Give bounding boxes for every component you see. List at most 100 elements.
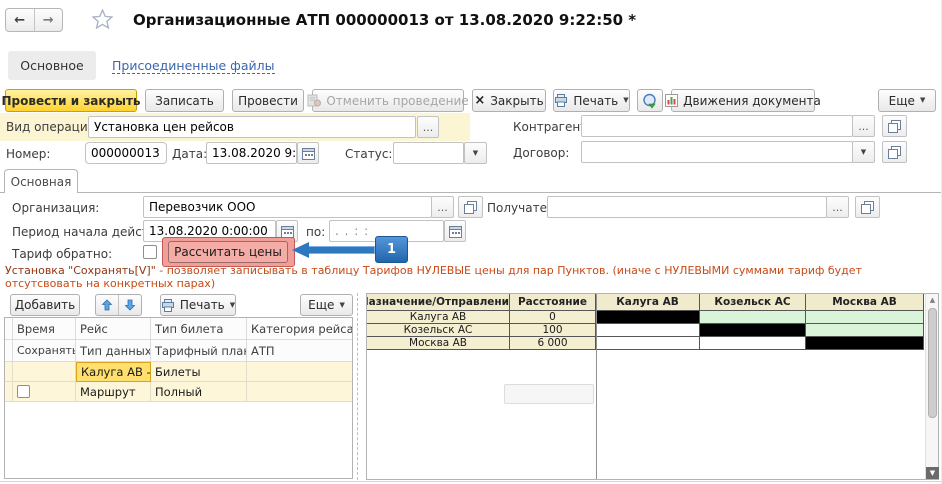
matrix-row-name: Калуга АВ (367, 311, 510, 324)
open-icon (861, 201, 874, 214)
matrix-col-kaluga: Калуга АВ (596, 294, 700, 311)
contract-dropdown-button[interactable]: ▼ (852, 141, 875, 163)
add-row-button[interactable]: Добавить (10, 294, 80, 316)
refresh-circle-icon (642, 93, 658, 109)
matrix-cell[interactable] (700, 311, 806, 324)
post-button[interactable]: Провести (232, 89, 304, 112)
recipient-input[interactable] (547, 196, 827, 218)
col-header-save[interactable]: Сохранять (13, 340, 76, 362)
organization-input[interactable]: Перевозчик ООО (143, 196, 432, 218)
scroll-thumb[interactable] (928, 308, 937, 418)
more-caret-icon: ▼ (920, 97, 925, 104)
save-button[interactable]: Записать (145, 89, 224, 112)
cell-ticket-type[interactable]: Билеты (151, 362, 247, 382)
open-icon (888, 120, 901, 133)
post-and-close-label: Провести и закрыть (1, 94, 140, 108)
cell-trip-category[interactable] (247, 362, 352, 382)
matrix-cell[interactable] (700, 324, 806, 337)
organization-choose-button[interactable]: ... (431, 196, 454, 218)
col-header-trip-category[interactable]: Категория рейса (247, 318, 352, 340)
close-button[interactable]: × Закрыть (472, 89, 546, 112)
movements-label: Движения документа (683, 94, 821, 108)
more-button[interactable]: Еще ▼ (878, 89, 936, 112)
cell-tariff-plan[interactable]: Полный (151, 382, 247, 402)
cell-data-type[interactable]: Маршрут (76, 382, 151, 402)
date-input[interactable]: 13.08.2020 9:22:50 (206, 142, 297, 164)
status-label: Статус: (345, 147, 392, 161)
empty-cell-cursor (504, 384, 594, 404)
back-button[interactable]: ← (6, 9, 34, 31)
panel-splitter[interactable] (357, 293, 358, 480)
period-to-label: по: (306, 225, 325, 239)
col-header-time[interactable]: Время (13, 318, 76, 340)
printer-icon (161, 299, 175, 312)
matrix-cell[interactable] (596, 324, 700, 337)
refresh-movements-button[interactable] (637, 89, 663, 112)
period-to-placeholder: . . : : (335, 224, 369, 238)
date-calendar-button[interactable] (297, 142, 319, 164)
post-and-close-button[interactable]: Провести и закрыть (5, 89, 137, 112)
grid-more-label: Еще (308, 298, 334, 312)
tab-osnovnaya[interactable]: Основная (4, 169, 78, 193)
matrix-cell[interactable] (700, 337, 806, 350)
status-input[interactable] (393, 142, 464, 164)
matrix-cell[interactable] (806, 337, 924, 350)
number-input[interactable]: 000000013 (85, 142, 167, 164)
matrix-cell[interactable] (806, 311, 924, 324)
operation-kind-input[interactable]: Установка цен рейсов (88, 116, 416, 138)
annotation-step-number: 1 (387, 242, 396, 257)
annotation-arrow (308, 246, 375, 254)
cell-save[interactable] (13, 382, 76, 402)
matrix-cell[interactable] (596, 337, 700, 350)
matrix-row-name: Москва АВ (367, 337, 510, 350)
col-header-data-type[interactable]: Тип данных (76, 340, 151, 362)
scroll-up-icon[interactable]: ▲ (926, 294, 939, 306)
document-movements-button[interactable]: Движения документа (671, 89, 815, 112)
col-header-tariff-plan[interactable]: Тарифный план (151, 340, 247, 362)
frozen-columns-divider (596, 294, 597, 479)
period-to-calendar-button[interactable] (444, 220, 466, 242)
counterparty-input[interactable] (581, 115, 853, 137)
counterparty-choose-button[interactable]: ... (852, 115, 875, 137)
cell-atp[interactable] (247, 382, 352, 402)
cell-time[interactable] (13, 362, 76, 382)
calendar-icon (449, 225, 462, 238)
tariff-back-label: Тариф обратно: (12, 247, 112, 261)
contract-input[interactable] (581, 141, 853, 163)
grid-print-label: Печать (180, 298, 225, 312)
save-checkbox[interactable] (17, 385, 30, 398)
col-header-trip[interactable]: Рейс (76, 318, 151, 340)
close-x-icon: × (474, 93, 485, 108)
tab-separator-line (0, 192, 942, 193)
forward-button[interactable]: → (34, 9, 63, 31)
favorite-star-icon[interactable] (92, 9, 113, 29)
matrix-cell[interactable] (596, 311, 700, 324)
recipient-choose-button[interactable]: ... (826, 196, 849, 218)
operation-kind-choose-button[interactable]: ... (417, 116, 439, 138)
grid-more-button[interactable]: Еще ▼ (300, 294, 353, 316)
calendar-icon (281, 225, 294, 238)
calc-prices-label: Рассчитать цены (174, 245, 282, 259)
calc-prices-button[interactable]: Рассчитать цены (168, 241, 288, 263)
print-menu-button[interactable]: Печать ▼ (553, 89, 630, 112)
matrix-vertical-scrollbar[interactable]: ▲ ▼ (925, 294, 938, 479)
matrix-row-distance: 0 (510, 311, 596, 324)
move-row-down-button[interactable] (118, 295, 141, 315)
organization-open-button[interactable] (458, 196, 483, 218)
matrix-cell[interactable] (806, 324, 924, 337)
move-row-up-button[interactable] (96, 295, 118, 315)
counterparty-open-button[interactable] (882, 115, 907, 137)
tariff-back-checkbox[interactable] (143, 245, 157, 259)
tab-main[interactable]: Основное (8, 51, 96, 80)
contract-open-button[interactable] (882, 141, 907, 163)
status-dropdown-button[interactable]: ▼ (464, 142, 487, 164)
row-marker-header (5, 318, 13, 340)
recipient-open-button[interactable] (855, 196, 880, 218)
print-caret-icon: ▼ (623, 97, 628, 104)
col-header-atp[interactable]: АТП (247, 340, 352, 362)
scroll-down-icon[interactable]: ▼ (926, 467, 939, 479)
tab-attached-files[interactable]: Присоединенные файлы (112, 58, 275, 74)
cell-trip-selected[interactable]: Калуга АВ - ... (76, 362, 151, 382)
grid-print-button[interactable]: Печать ▼ (160, 294, 236, 316)
col-header-ticket-type[interactable]: Тип билета (151, 318, 247, 340)
